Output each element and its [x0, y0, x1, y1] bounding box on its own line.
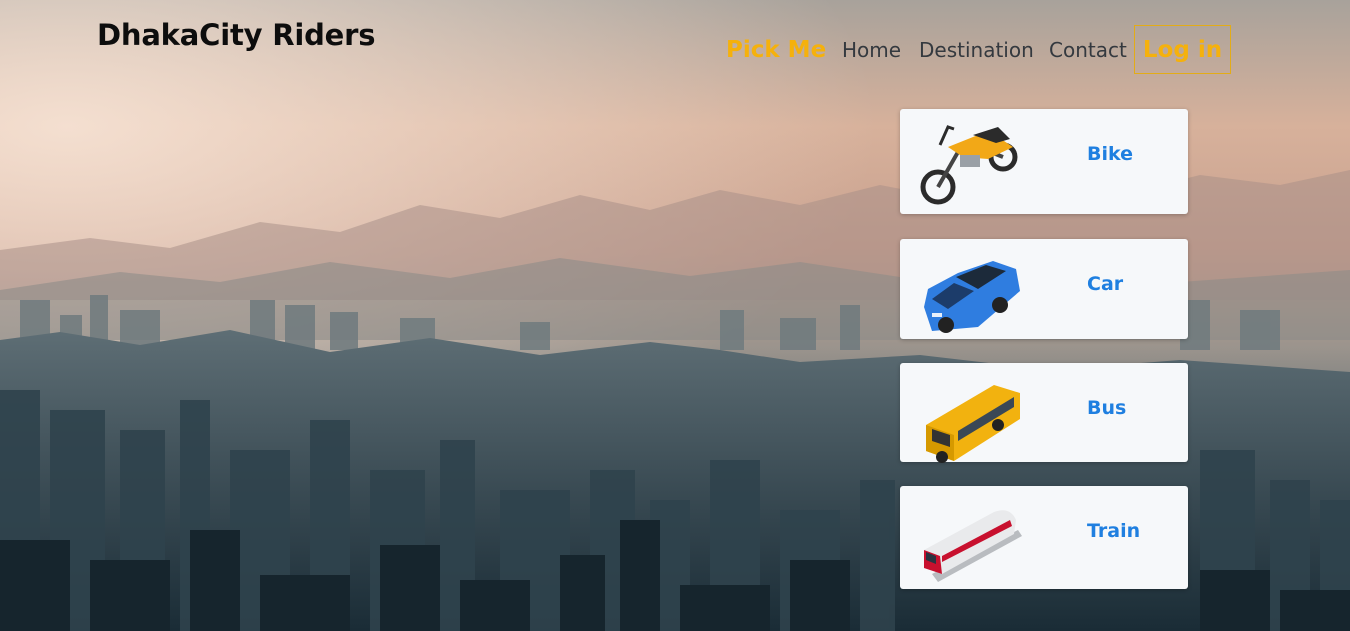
main-nav: Pick Me Home Destination Contact Log in — [0, 25, 1350, 77]
vehicle-label-bus: Bus — [1087, 397, 1127, 419]
vehicle-card-bus[interactable]: Bus — [900, 363, 1188, 463]
vehicle-card-car[interactable]: Car — [900, 239, 1188, 339]
nav-link-home[interactable]: Home — [842, 38, 901, 62]
train-icon — [918, 494, 1024, 586]
vehicle-label-bike: Bike — [1087, 143, 1134, 165]
bus-icon — [918, 371, 1024, 463]
vehicle-card-bike[interactable]: Bike — [900, 109, 1188, 214]
nav-link-destination[interactable]: Destination — [919, 38, 1034, 62]
pick-me-label[interactable]: Pick Me — [726, 37, 826, 63]
nav-link-contact[interactable]: Contact — [1049, 38, 1127, 62]
vehicle-label-car: Car — [1087, 273, 1124, 295]
vehicle-card-train[interactable]: Train — [900, 486, 1188, 589]
login-button[interactable]: Log in — [1134, 25, 1231, 74]
car-icon — [918, 247, 1024, 339]
motorbike-icon — [918, 117, 1024, 209]
vehicle-label-train: Train — [1087, 520, 1141, 542]
